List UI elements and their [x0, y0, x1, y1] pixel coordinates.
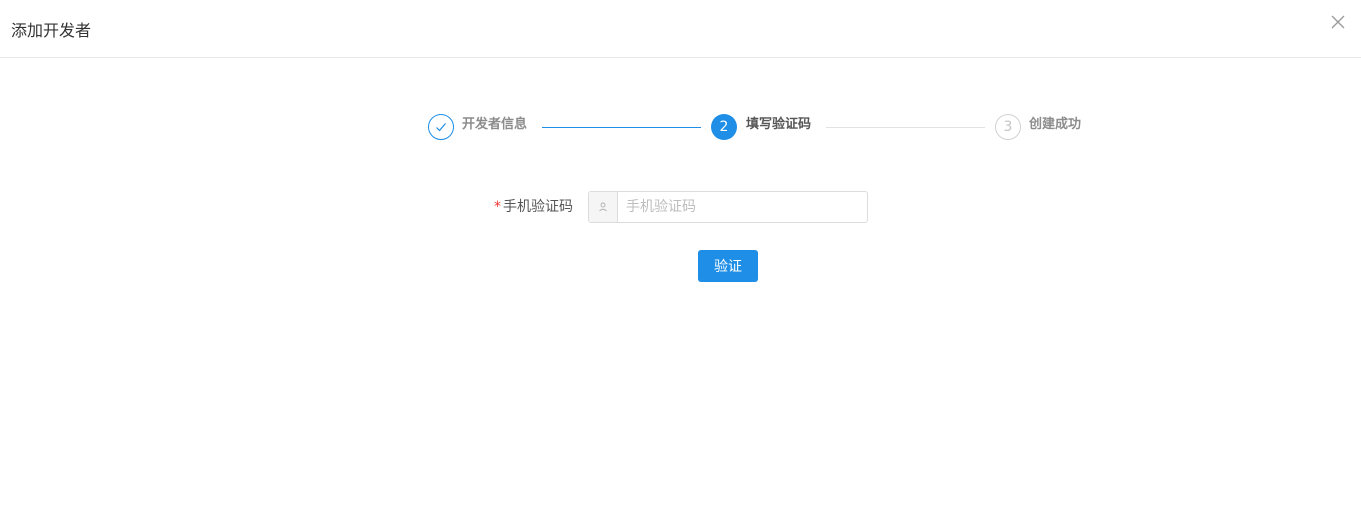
step-2-label: 填写验证码 — [746, 117, 812, 132]
step-1-label: 开发者信息 — [462, 117, 528, 132]
sms-code-input-group — [588, 191, 868, 223]
user-icon — [589, 192, 618, 222]
step-1-check-icon — [428, 114, 454, 140]
step-connector-1 — [542, 127, 701, 128]
step-3-label: 创建成功 — [1029, 117, 1082, 132]
required-mark: * — [494, 199, 501, 215]
step-connector-2 — [826, 127, 985, 128]
verify-button[interactable]: 验证 — [698, 250, 758, 282]
steps-indicator: 开发者信息 2 填写验证码 3 创建成功 — [0, 0, 1361, 160]
step-3-number: 3 — [995, 114, 1021, 140]
add-developer-dialog: 添加开发者 开发者信息 2 填写验证码 3 创建成功 * 手机验证码 手机验证码… — [0, 0, 1361, 519]
sms-code-label-text: 手机验证码 — [503, 199, 573, 215]
sms-code-label: * 手机验证码 — [494, 198, 573, 216]
step-2-number: 2 — [711, 114, 737, 140]
sms-code-input[interactable] — [618, 192, 867, 222]
